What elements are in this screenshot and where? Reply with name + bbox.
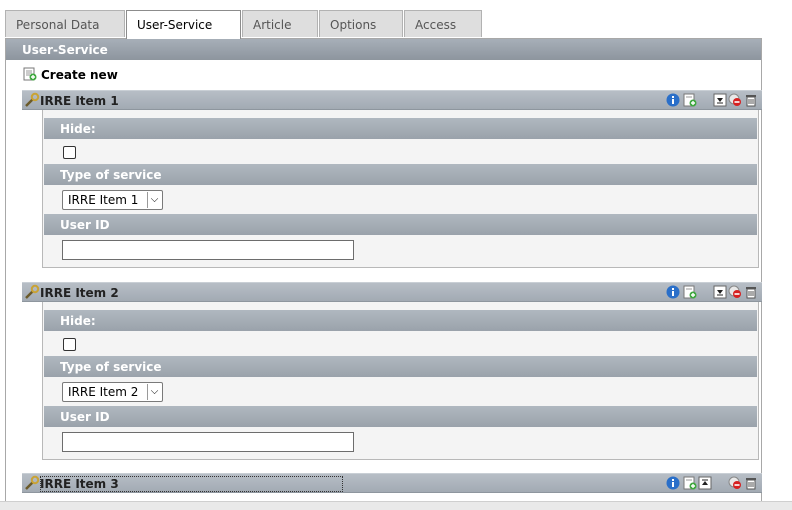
panel-title: User-Service [6, 39, 761, 60]
hide-checkbox[interactable] [63, 338, 76, 351]
tab-personal-data[interactable]: Personal Data [5, 10, 125, 37]
chevron-down-icon: ⌵ [147, 192, 161, 208]
info-icon[interactable] [666, 476, 680, 490]
tab-user-service[interactable]: User-Service [126, 10, 241, 39]
create-new-label: Create new [41, 68, 118, 82]
delete-icon[interactable] [744, 285, 758, 299]
hide-label: Hide: [44, 310, 757, 331]
hide-checkbox[interactable] [63, 146, 76, 159]
info-icon[interactable] [666, 285, 680, 299]
hide-icon[interactable] [728, 476, 742, 490]
wrench-icon [24, 475, 40, 494]
user-id-input[interactable] [62, 432, 354, 452]
create-new-button[interactable]: Create new [23, 67, 118, 85]
type-of-service-label: Type of service [44, 356, 757, 377]
new-record-after-icon[interactable] [683, 93, 697, 107]
type-of-service-select[interactable]: IRRE Item 2 ⌵ [62, 382, 163, 402]
wrench-icon [24, 92, 40, 111]
horizontal-scrollbar[interactable] [0, 501, 792, 510]
tab-access[interactable]: Access [404, 10, 482, 37]
irre-item-2-title: IRRE Item 2 [40, 286, 119, 300]
new-record-icon [23, 67, 37, 84]
type-of-service-value: IRRE Item 2 [68, 385, 139, 399]
tab-article[interactable]: Article [242, 10, 318, 37]
hide-label: Hide: [44, 118, 757, 139]
new-record-after-icon[interactable] [683, 285, 697, 299]
wrench-icon [24, 284, 40, 303]
irre-item-2-body: Hide: Type of service IRRE Item 2 ⌵ User… [42, 302, 759, 460]
chevron-down-icon: ⌵ [147, 384, 161, 400]
tab-bar: Personal Data User-Service Article Optio… [5, 10, 792, 39]
info-icon[interactable] [666, 93, 680, 107]
type-of-service-value: IRRE Item 1 [68, 193, 139, 207]
move-down-icon[interactable] [713, 93, 727, 107]
delete-icon[interactable] [744, 93, 758, 107]
user-id-input[interactable] [62, 240, 354, 260]
hide-icon[interactable] [728, 285, 742, 299]
tab-options[interactable]: Options [319, 10, 403, 37]
irre-item-2-header[interactable]: IRRE Item 2 [22, 282, 762, 302]
type-of-service-select[interactable]: IRRE Item 1 ⌵ [62, 190, 163, 210]
user-id-label: User ID [44, 406, 757, 427]
irre-item-3-header[interactable]: IRRE Item 3 [22, 473, 762, 493]
user-id-label: User ID [44, 214, 757, 235]
irre-item-1-header[interactable]: IRRE Item 1 [22, 90, 762, 110]
move-down-icon[interactable] [713, 285, 727, 299]
irre-item-1-body: Hide: Type of service IRRE Item 1 ⌵ User… [42, 110, 759, 268]
move-up-icon[interactable] [698, 476, 712, 490]
type-of-service-label: Type of service [44, 164, 757, 185]
delete-icon[interactable] [744, 476, 758, 490]
irre-item-3-title: IRRE Item 3 [40, 477, 119, 491]
irre-item-1-title: IRRE Item 1 [40, 94, 119, 108]
hide-icon[interactable] [728, 93, 742, 107]
new-record-after-icon[interactable] [683, 476, 697, 490]
